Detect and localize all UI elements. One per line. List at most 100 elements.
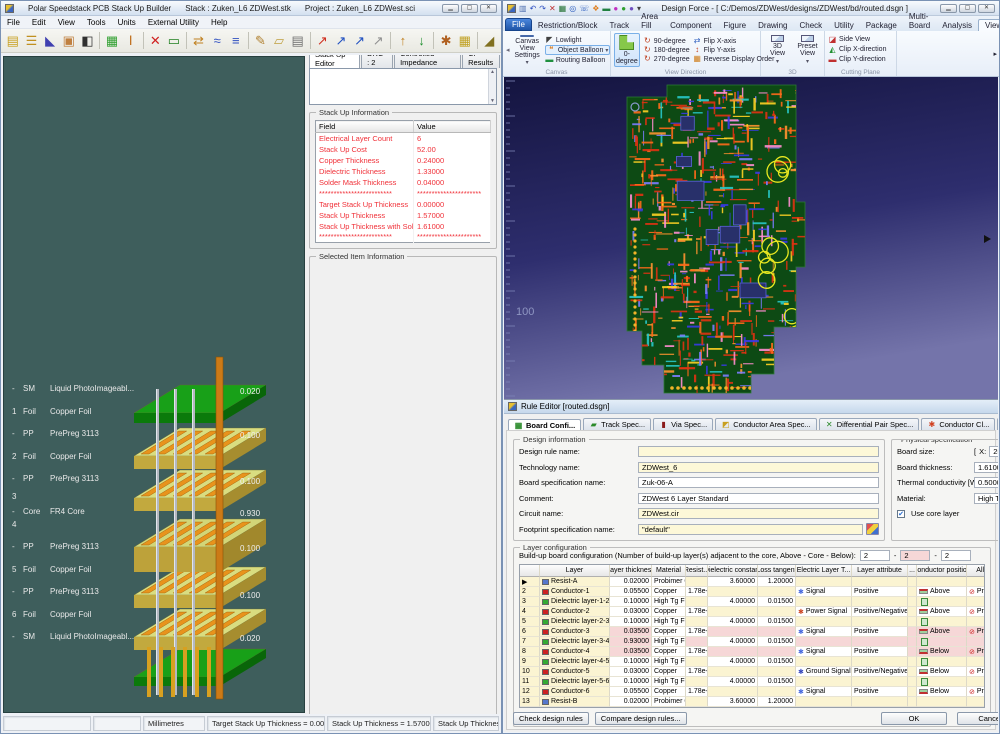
compare-design-rules-button[interactable]: Compare design rules... (595, 712, 687, 725)
buildup-above-field[interactable]: 2 (860, 550, 890, 561)
balloon-icon[interactable]: ❖ (592, 4, 599, 13)
circuit-name-field[interactable]: ZDWest.cir (638, 508, 879, 519)
column-header-dielectric-constant[interactable]: Dielectric constant (708, 565, 758, 577)
column-header-resist[interactable]: Resist... (686, 565, 708, 577)
layer-row-conductor-4[interactable]: 8Conductor-40.03500Copper1.78e-08✱Signal… (520, 647, 985, 657)
close-button[interactable]: ✕ (480, 4, 497, 13)
delete-icon[interactable]: ✕ (549, 4, 556, 13)
maximize-button[interactable]: ▢ (461, 4, 478, 13)
stackup-info-row[interactable]: Dielectric Thickness1.33000 (316, 166, 491, 177)
column-header-layer-attribute[interactable]: Layer attribute (852, 565, 908, 577)
ribbon-tab-figure[interactable]: Figure (717, 20, 752, 31)
ok-button[interactable]: OK (881, 712, 947, 725)
stackup-info-row[interactable]: Stack Up Cost52.00 (316, 144, 491, 155)
tab-drc-2[interactable]: DRC : 2 (361, 55, 393, 68)
zero-degree-button[interactable]: 0-degree (614, 33, 640, 67)
impedance-2-icon[interactable]: ↗ (332, 31, 350, 50)
side-view-button[interactable]: ◪Side View (828, 36, 886, 44)
impedance-4-icon[interactable]: ↗ (369, 31, 387, 50)
check-design-rules-button[interactable]: Check design rules (513, 712, 589, 725)
ribbon-tab-track[interactable]: Track (603, 20, 635, 31)
ribbon-tab-drawing[interactable]: Drawing (752, 20, 793, 31)
stackup-info-row[interactable]: Stack Up Thickness with Soldermask1.6100… (316, 221, 491, 232)
stackup-info-row[interactable]: Stack Up Thickness1.57000 (316, 210, 491, 221)
undo-icon[interactable]: ↶ (530, 4, 537, 13)
layer-row-conductor-2[interactable]: 4Conductor-20.03000Copper1.78e-08✱Power … (520, 607, 985, 617)
group-scroll-left[interactable]: ◂ (506, 46, 510, 54)
stackup-notes-box[interactable]: ▲▼ (309, 68, 497, 105)
rule-tab-track-spec[interactable]: ▰Track Spec... (583, 418, 651, 430)
column-header-allow-e[interactable]: Allow e... (967, 565, 985, 577)
ribbon-tab-restriction-block[interactable]: Restriction/Block (532, 20, 604, 31)
ribbon-tab-utility[interactable]: Utility (828, 20, 860, 31)
split-layers-icon[interactable]: ≡ (227, 31, 245, 50)
thermal-conductivity-w-mk-field[interactable]: 0.50000 (974, 477, 998, 488)
use-core-layer-checkbox[interactable]: ✔ (897, 510, 905, 518)
stackup-info-row[interactable]: Electrical Layer Count6 (316, 133, 491, 144)
rule-tab-differential-pair-spec[interactable]: ✕Differential Pair Spec... (819, 418, 920, 430)
layer-row-resist-b[interactable]: 13Resist-B0.02000Probimer 653.600001.200… (520, 697, 985, 707)
save-icon[interactable]: ▥ (519, 4, 527, 13)
layer-row-conductor-6[interactable]: 12Conductor-60.05500Copper1.78e-08✱Signa… (520, 687, 985, 697)
preset-view-button[interactable]: Preset View▾ (794, 33, 821, 67)
board-size-x-field[interactable]: 250.00000 (989, 446, 998, 457)
layer-row-dielectric-layer-3-4[interactable]: 7Dielectric layer-3-40.93000High Tg FR44… (520, 637, 985, 647)
dot-magenta-icon[interactable]: ● (613, 4, 618, 13)
notes-icon[interactable]: ✎ (252, 31, 270, 50)
rectangle-icon[interactable]: ▭ (165, 31, 183, 50)
layer-row-conductor-3[interactable]: 6Conductor-30.03500Copper1.78e-08✱Signal… (520, 627, 985, 637)
maximize-button[interactable]: ▢ (959, 4, 976, 13)
clip-x-direction-button[interactable]: ◭Clip X-direction (828, 46, 886, 54)
canvas-view-settings-button[interactable]: Canvas View Settings ▾ (513, 33, 542, 67)
column-header-loss-tangent[interactable]: Loss tangent (758, 565, 796, 577)
ribbon-tab-analysis[interactable]: Analysis (936, 20, 978, 31)
redo-icon[interactable]: ↷ (539, 4, 546, 13)
comment-field[interactable]: ZDWest 6 Layer Standard (638, 493, 879, 504)
ribbon-tab-check[interactable]: Check (793, 20, 828, 31)
column-header-layer-thickness[interactable]: Layer thickness (610, 565, 652, 577)
minimize-button[interactable]: ▁ (442, 4, 459, 13)
menu-view[interactable]: View (52, 18, 81, 27)
board-specification-name-field[interactable]: Zuk-06-A (638, 477, 879, 488)
tab-ci-results[interactable]: CI Results (462, 55, 500, 68)
layer-row-dielectric-layer-4-5[interactable]: 9Dielectric layer-4-50.10000High Tg FR44… (520, 657, 985, 667)
delete-icon[interactable]: ✕ (146, 31, 164, 50)
menu-external-utility[interactable]: External Utility (142, 18, 205, 27)
stackup-info-row[interactable]: ****************************************… (316, 188, 491, 199)
rule-tab-via-spec[interactable]: ▮Via Spec... (653, 418, 713, 430)
clip-y-direction-button[interactable]: ▬Clip Y-direction (828, 56, 886, 64)
ribbon-tab-file[interactable]: File (505, 18, 532, 31)
routing-balloon-button[interactable]: ▬Routing Balloon (545, 56, 611, 64)
menu-edit[interactable]: Edit (26, 18, 52, 27)
impedance-3-icon[interactable]: ↗ (351, 31, 369, 50)
layer-row-dielectric-layer-5-6[interactable]: 11Dielectric layer-5-60.10000High Tg FR4… (520, 677, 985, 687)
tab-controlled-impedance[interactable]: Controlled Impedance (394, 55, 461, 68)
menu-help[interactable]: Help (205, 18, 233, 27)
wizard-icon[interactable]: ◣ (41, 31, 59, 50)
print-icon[interactable]: ▤ (289, 31, 307, 50)
stackup-info-row[interactable]: Target Stack Up Thickness0.00000 (316, 199, 491, 210)
90-degree-button[interactable]: ↻90-degree (643, 37, 690, 45)
layer-row-dielectric-layer-1-2[interactable]: 3Dielectric layer-1-20.10000High Tg FR44… (520, 597, 985, 607)
swap-layers-icon[interactable]: ⇄ (190, 31, 208, 50)
tab-stack-up-editor[interactable]: Stack Up Editor (309, 55, 360, 69)
material-field[interactable]: High Tg FR4 (974, 493, 998, 504)
merge-layers-icon[interactable]: ≈ (208, 31, 226, 50)
board-outline-icon[interactable]: ▣ (60, 31, 78, 50)
column-header-layer[interactable]: Layer (540, 565, 610, 577)
add-copper-icon[interactable]: Ⅰ (122, 31, 140, 50)
270-degree-button[interactable]: ↻270-degree (643, 55, 690, 63)
slope-icon[interactable]: ◢ (480, 31, 498, 50)
layer-row-dielectric-layer-2-3[interactable]: 5Dielectric layer-2-30.10000High Tg FR44… (520, 617, 985, 627)
ribbon-tab-area-fill[interactable]: Area Fill (635, 11, 664, 31)
footprint-browse-button[interactable] (866, 523, 879, 535)
minimize-button[interactable]: ▁ (940, 4, 957, 13)
close-button[interactable]: ✕ (978, 4, 995, 13)
layer-row-conductor-1[interactable]: 2Conductor-10.05500Copper1.78e-08✱Signal… (520, 587, 985, 597)
buildup-core-field[interactable]: 2 (900, 550, 930, 561)
column-header-conductor-position[interactable]: Conductor position (917, 565, 967, 577)
stackup-info-row[interactable]: ****************************************… (316, 232, 491, 243)
180-degree-button[interactable]: ↻180-degree (643, 46, 690, 54)
stack-grid-icon[interactable]: ▤ (4, 31, 22, 50)
ribbon-tab-view[interactable]: View (978, 19, 1000, 31)
